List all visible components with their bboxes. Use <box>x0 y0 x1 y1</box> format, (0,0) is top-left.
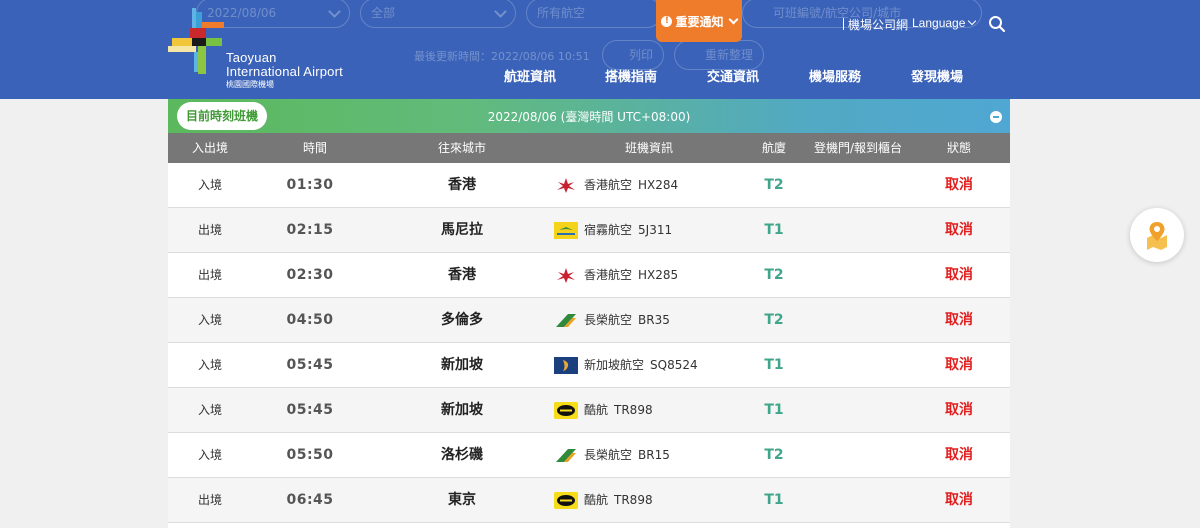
row-time: 05:45 <box>286 357 334 373</box>
search-icon[interactable] <box>988 15 1006 33</box>
row-terminal: T1 <box>764 402 784 418</box>
status-badge: 取消 <box>945 447 973 463</box>
nav-airport-services[interactable]: 機場服務 <box>809 66 861 85</box>
airport-logo-mark <box>168 8 228 74</box>
nav-discover-airport[interactable]: 發現機場 <box>911 66 963 85</box>
row-flight[interactable]: 長榮航空 BR15 <box>554 433 670 477</box>
table-row[interactable]: 入境 04:50 多倫多 長榮航空 BR35 T2 取消 <box>168 298 1010 343</box>
row-time: 05:45 <box>286 402 334 418</box>
row-flight[interactable]: 宿霧航空 5J311 <box>554 208 672 252</box>
table-row[interactable]: 入境 01:30 香港 香港航空 HX284 T2 取消 <box>168 163 1010 208</box>
status-badge: 取消 <box>945 492 973 508</box>
row-flight[interactable]: 香港航空 HX285 <box>554 253 678 297</box>
row-city: 新加坡 <box>441 402 483 418</box>
important-notice-button[interactable]: ! 重要通知 <box>656 0 742 42</box>
singapore-airlines-logo <box>554 356 578 374</box>
hk-airlines-logo <box>557 267 575 283</box>
table-row[interactable]: 入境 05:45 新加坡 酷航 TR898 T1 取消 <box>168 388 1010 433</box>
nav-travel-guide[interactable]: 搭機指南 <box>605 66 657 85</box>
flight-board: 目前時刻班機 2022/08/06 (臺灣時間 UTC+08:00) 入出境 時… <box>168 99 1010 528</box>
col-status: 狀態 <box>946 141 972 155</box>
table-row[interactable]: 出境 02:15 馬尼拉 宿霧航空 5J311 T1 取消 <box>168 208 1010 253</box>
last-updated-text: 最後更新時間：2022/08/06 10:51 <box>414 50 590 63</box>
row-time: 05:50 <box>286 447 334 463</box>
col-gate: 登機門/報到櫃台 <box>813 141 903 155</box>
row-flight[interactable]: 新加坡航空 SQ8524 <box>554 343 698 387</box>
table-header: 入出境 時間 往來城市 班機資訊 航廈 登機門/報到櫃台 狀態 <box>168 133 1010 163</box>
chevron-down-icon <box>728 14 738 24</box>
nav-flight-info[interactable]: 航班資訊 <box>504 66 556 85</box>
row-direction: 入境 <box>197 403 223 417</box>
row-flight[interactable]: 香港航空 HX284 <box>554 163 678 207</box>
row-city: 洛杉磯 <box>441 447 483 463</box>
table-row[interactable]: 出境 02:30 香港 香港航空 HX285 T2 取消 <box>168 253 1010 298</box>
row-city: 香港 <box>448 177 476 193</box>
eva-air-logo <box>556 313 576 327</box>
airport-company-link[interactable]: 機場公司網 <box>848 16 908 33</box>
flight-rows: 入境 01:30 香港 香港航空 HX284 T2 取消 出境 02:15 馬尼… <box>168 163 1010 523</box>
col-flight: 班機資訊 <box>624 141 674 155</box>
row-time: 04:50 <box>286 312 334 328</box>
chevron-down-icon <box>968 16 977 26</box>
row-city: 新加坡 <box>441 357 483 373</box>
airline-select[interactable]: 所有航空 <box>526 0 662 28</box>
row-city: 香港 <box>448 267 476 283</box>
row-time: 06:45 <box>286 492 334 508</box>
row-terminal: T2 <box>764 267 784 283</box>
col-time: 時間 <box>302 141 328 155</box>
row-direction: 入境 <box>197 448 223 462</box>
site-header: 2022/08/06 全部 所有航空 可班編號/航空公司/城市 最後更新時間：2… <box>0 0 1200 99</box>
row-city: 馬尼拉 <box>441 222 483 238</box>
status-badge: 取消 <box>945 312 973 328</box>
row-direction: 出境 <box>197 223 223 237</box>
status-badge: 取消 <box>945 402 973 418</box>
row-flight[interactable]: 長榮航空 BR35 <box>554 298 670 342</box>
row-direction: 出境 <box>197 268 223 282</box>
row-time: 02:15 <box>286 222 334 238</box>
row-direction: 入境 <box>197 178 223 192</box>
minus-circle-icon[interactable] <box>990 111 1002 123</box>
flight-board-banner: 目前時刻班機 2022/08/06 (臺灣時間 UTC+08:00) <box>168 99 1010 133</box>
map-floating-button[interactable] <box>1130 208 1184 262</box>
col-city: 往來城市 <box>437 141 487 155</box>
row-direction: 入境 <box>197 358 223 372</box>
terminal-select[interactable]: 全部 <box>360 0 516 28</box>
nav-transportation[interactable]: 交通資訊 <box>707 66 759 85</box>
status-badge: 取消 <box>945 267 973 283</box>
status-badge: 取消 <box>945 177 973 193</box>
table-row[interactable]: 出境 06:45 東京 酷航 TR898 T1 取消 <box>168 478 1010 523</box>
row-city: 東京 <box>448 492 476 508</box>
row-time: 01:30 <box>286 177 334 193</box>
col-direction: 入出境 <box>191 141 229 155</box>
scoot-logo <box>554 401 578 419</box>
row-flight[interactable]: 酷航 TR898 <box>554 478 653 522</box>
row-terminal: T1 <box>764 357 784 373</box>
row-terminal: T2 <box>764 177 784 193</box>
board-date: 2022/08/06 (臺灣時間 UTC+08:00) <box>487 110 691 124</box>
cebu-pacific-logo <box>554 221 578 239</box>
row-terminal: T2 <box>764 312 784 328</box>
row-terminal: T2 <box>764 447 784 463</box>
divider <box>843 18 844 30</box>
alert-icon: ! <box>661 15 673 27</box>
row-city: 多倫多 <box>441 312 483 328</box>
table-row[interactable]: 入境 05:50 洛杉磯 長榮航空 BR15 T2 取消 <box>168 433 1010 478</box>
status-badge: 取消 <box>945 357 973 373</box>
map-pin-icon <box>1147 222 1167 250</box>
scoot-logo <box>554 491 578 509</box>
row-direction: 出境 <box>197 493 223 507</box>
language-select[interactable]: Language <box>912 16 977 30</box>
hk-airlines-logo <box>557 177 575 193</box>
table-row[interactable]: 入境 05:45 新加坡 新加坡航空 SQ8524 T1 取消 <box>168 343 1010 388</box>
row-terminal: T1 <box>764 222 784 238</box>
col-terminal: 航廈 <box>761 141 787 155</box>
row-direction: 入境 <box>197 313 223 327</box>
row-terminal: T1 <box>764 492 784 508</box>
row-flight[interactable]: 酷航 TR898 <box>554 388 653 432</box>
status-badge: 取消 <box>945 222 973 238</box>
row-time: 02:30 <box>286 267 334 283</box>
eva-air-logo <box>556 448 576 462</box>
airport-logo[interactable]: Taoyuan International Airport 桃園國際機場 <box>168 8 368 89</box>
